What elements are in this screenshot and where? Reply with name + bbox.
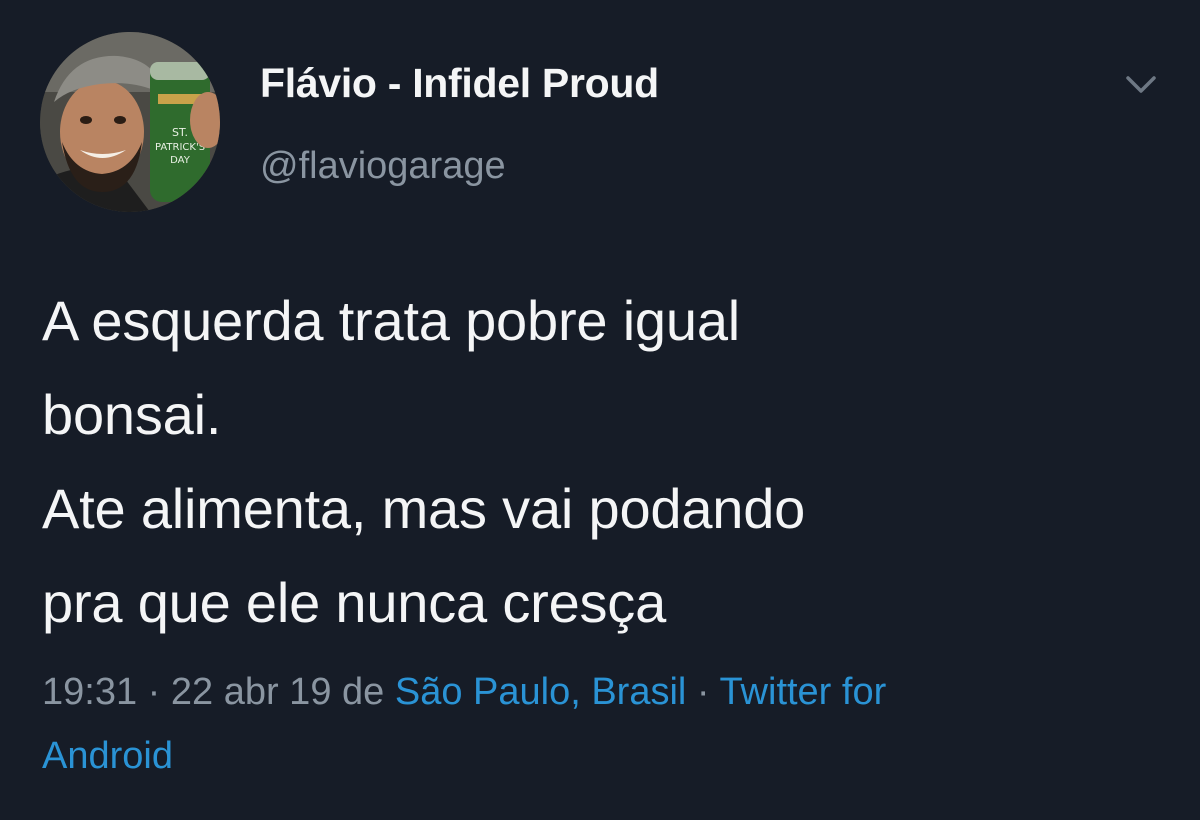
author-avatar[interactable]: ST. PATRICK'S DAY xyxy=(40,32,220,212)
tweet-text-line: pra que ele nunca cresça xyxy=(42,571,667,634)
tweet-date[interactable]: 22 abr 19 xyxy=(171,671,332,713)
from-prefix: de xyxy=(331,671,395,713)
tweet-metadata-line-2: Android xyxy=(42,724,1172,788)
avatar-can-text-1: ST. xyxy=(172,126,188,139)
location-link[interactable]: São Paulo, Brasil xyxy=(395,671,687,713)
tweet-card: ST. PATRICK'S DAY Flávio - Infidel Proud… xyxy=(0,0,1200,820)
source-link-continued[interactable]: Android xyxy=(42,735,173,777)
avatar-photo: ST. PATRICK'S DAY xyxy=(40,32,220,212)
tweet-metadata: 19:31 · 22 abr 19 de São Paulo, Brasil ·… xyxy=(42,660,1172,788)
avatar-can-text-2: PATRICK'S xyxy=(155,142,205,153)
chevron-down-icon[interactable] xyxy=(1118,66,1164,102)
source-link[interactable]: Twitter for xyxy=(719,671,886,713)
separator-dot: · xyxy=(137,671,171,713)
separator-dot: · xyxy=(686,671,720,713)
author-handle[interactable]: @flaviogarage xyxy=(260,145,506,188)
tweet-text-line: Ate alimenta, mas vai podando xyxy=(42,477,806,540)
tweet-text: A esquerda trata pobre igual bonsai. Ate… xyxy=(42,274,1162,650)
tweet-text-line: A esquerda trata pobre igual xyxy=(42,289,741,352)
tweet-time[interactable]: 19:31 xyxy=(42,671,137,713)
tweet-text-line: bonsai. xyxy=(42,383,222,446)
author-display-name[interactable]: Flávio - Infidel Proud xyxy=(260,60,659,107)
tweet-metadata-line-1: 19:31 · 22 abr 19 de São Paulo, Brasil ·… xyxy=(42,660,1172,724)
avatar-can-text-3: DAY xyxy=(170,155,191,166)
